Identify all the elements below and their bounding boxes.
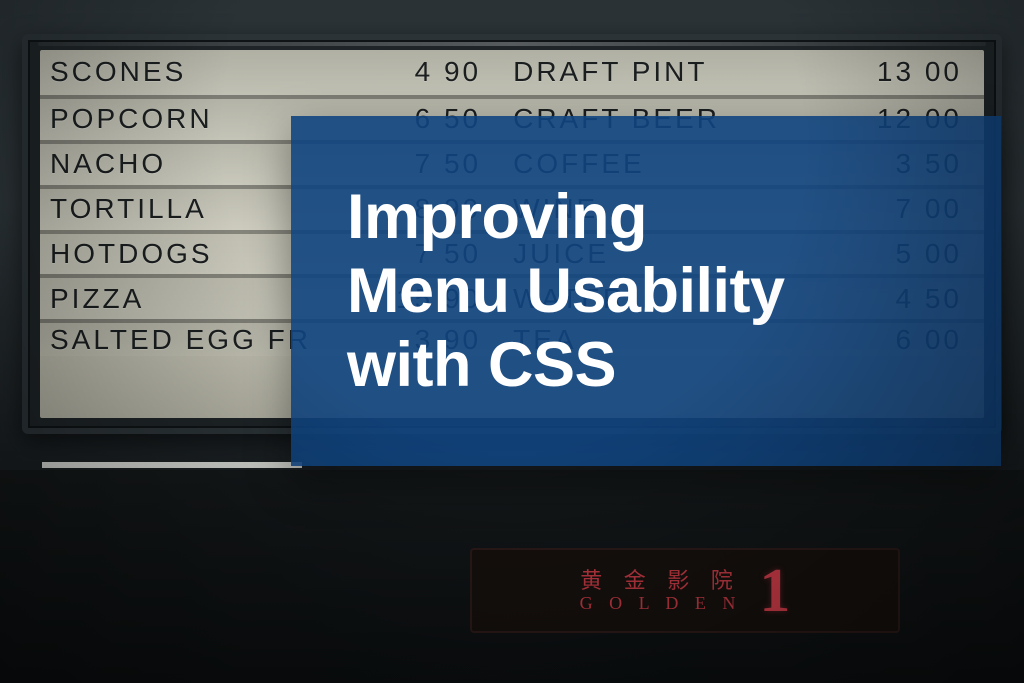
menu-item-name: HOTDOGS (50, 238, 213, 269)
cinema-sign-text: 黄 金 影 院 G O L D E N (580, 570, 742, 612)
cinema-hall-number: 1 (759, 560, 790, 622)
menu-item-name: PIZZA (50, 283, 144, 314)
cinema-chinese-text: 黄 金 影 院 (580, 570, 741, 592)
menu-item-name: TORTILLA (50, 193, 207, 224)
menu-item-name: DRAFT PINT (513, 56, 707, 87)
article-hero-image: SCONES 4 90 DRAFT PINT 13 00 POPCORN 6 5… (0, 0, 1024, 683)
title-line: with CSS (347, 330, 616, 400)
title-overlay-panel: Improving Menu Usability with CSS (291, 116, 1001, 466)
menu-item-name: POPCORN (50, 103, 213, 134)
article-title: Improving Menu Usability with CSS (291, 180, 785, 403)
board-underline (42, 462, 302, 468)
menu-item-name: SCONES (50, 56, 186, 87)
title-line: Improving (347, 182, 647, 252)
menu-item-price: 13 00 (877, 56, 962, 87)
menu-row: SCONES 4 90 DRAFT PINT 13 00 (40, 50, 984, 95)
menu-item-name: SALTED EGG FR (50, 324, 311, 355)
menu-item-price: 4 90 (415, 56, 482, 87)
menu-item-name: NACHO (50, 148, 166, 179)
cinema-sign: 黄 金 影 院 G O L D E N 1 (470, 548, 900, 633)
cinema-english-text: G O L D E N (580, 594, 742, 612)
title-line: Menu Usability (347, 256, 785, 326)
